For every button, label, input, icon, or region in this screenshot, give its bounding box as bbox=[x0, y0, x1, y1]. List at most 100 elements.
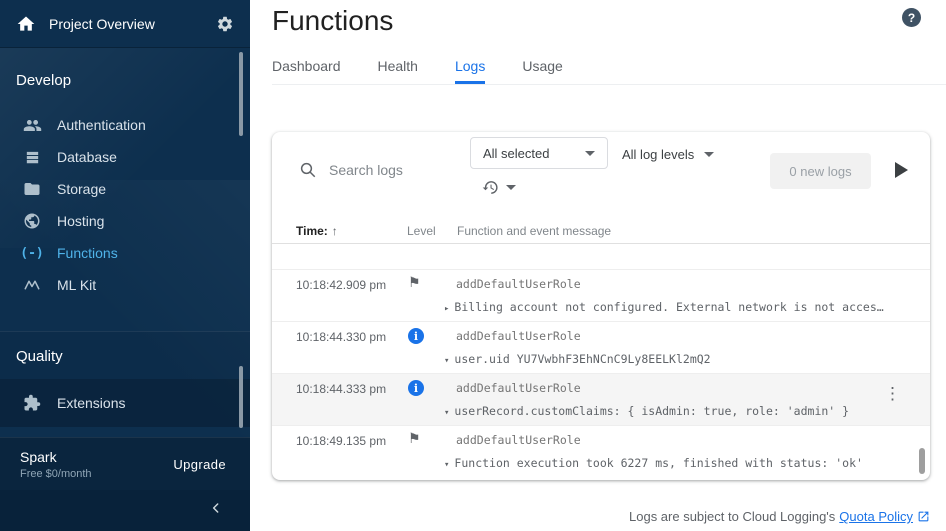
sidebar-item-extensions[interactable]: Extensions bbox=[0, 379, 250, 427]
database-icon bbox=[22, 149, 42, 166]
logs-scrollbar[interactable] bbox=[919, 448, 925, 474]
log-time: 10:18:49.135 pm bbox=[296, 434, 387, 448]
hosting-icon bbox=[22, 212, 42, 230]
log-function-name: addDefaultUserRole bbox=[456, 277, 581, 291]
sidebar-item-label: ML Kit bbox=[57, 277, 97, 293]
expander-icon[interactable]: ▾ bbox=[444, 356, 449, 366]
history-dropdown[interactable] bbox=[482, 179, 516, 196]
main-content: Functions ? Dashboard Health Logs Usage … bbox=[250, 0, 946, 531]
plan-section: Spark Free $0/month Upgrade bbox=[0, 437, 250, 490]
log-message: Billing account not configured. External… bbox=[454, 300, 884, 314]
sidebar: Project Overview Develop Authentication … bbox=[0, 0, 250, 531]
collapse-icon bbox=[208, 500, 224, 521]
log-row[interactable]: 10:18:44.333 pm i addDefaultUserRole ▾ us… bbox=[272, 374, 930, 426]
upgrade-button[interactable]: Upgrade bbox=[173, 457, 226, 472]
tab-usage[interactable]: Usage bbox=[522, 50, 562, 84]
expander-icon[interactable]: ▸ bbox=[444, 304, 449, 314]
storage-icon bbox=[22, 180, 42, 198]
log-function-name: addDefaultUserRole bbox=[456, 433, 581, 447]
log-row[interactable]: 10:18:42.909 pm ⚑ addDefaultUserRole ▸ Bi… bbox=[272, 270, 930, 322]
sidebar-scrollbar[interactable] bbox=[239, 52, 243, 136]
chevron-down-icon bbox=[585, 150, 595, 156]
sidebar-item-ml-kit[interactable]: ML Kit bbox=[0, 269, 250, 301]
footer-text: Logs are subject to Cloud Logging's bbox=[629, 509, 836, 524]
chevron-down-icon bbox=[704, 151, 715, 157]
log-time: 10:18:42.909 pm bbox=[296, 278, 387, 292]
ml-kit-icon bbox=[22, 276, 42, 294]
search-input[interactable] bbox=[329, 158, 459, 182]
section-header-quality: Quality bbox=[16, 348, 63, 365]
functions-icon: (-) bbox=[20, 245, 44, 261]
quota-policy-link[interactable]: Quota Policy bbox=[839, 509, 913, 524]
sidebar-item-label: Extensions bbox=[57, 395, 126, 411]
info-icon: i bbox=[408, 380, 424, 396]
column-message: Function and event message bbox=[457, 224, 612, 238]
tab-dashboard[interactable]: Dashboard bbox=[272, 50, 341, 84]
logs-card: All selected All log levels 0 new logs T… bbox=[272, 132, 930, 480]
home-icon bbox=[16, 14, 36, 34]
extensions-icon bbox=[22, 394, 42, 412]
log-row-partial bbox=[272, 244, 930, 270]
severity-filter-value: All selected bbox=[483, 145, 550, 161]
develop-nav: Authentication Database Storage Hosting bbox=[0, 109, 250, 301]
project-overview-label: Project Overview bbox=[49, 15, 155, 32]
sidebar-item-storage[interactable]: Storage bbox=[0, 173, 250, 205]
footer-note: Logs are subject to Cloud Logging's Quot… bbox=[629, 509, 930, 524]
log-levels-dropdown[interactable]: All log levels bbox=[622, 143, 715, 165]
firebase-console: Project Overview Develop Authentication … bbox=[0, 0, 946, 531]
log-message: user.uid YU7VwbhF3EhNCnC9Ly8EELKl2mQ2 bbox=[454, 352, 711, 366]
plan-detail: Free $0/month bbox=[20, 467, 92, 480]
column-time[interactable]: Time: ↑ bbox=[296, 224, 338, 238]
play-icon[interactable] bbox=[895, 162, 908, 178]
tab-logs[interactable]: Logs bbox=[454, 50, 486, 84]
sort-asc-icon: ↑ bbox=[331, 224, 338, 238]
log-message-line: ▾ Function execution took 6227 ms, finish… bbox=[444, 456, 863, 470]
gear-icon[interactable] bbox=[216, 15, 234, 33]
log-function-name: addDefaultUserRole bbox=[456, 329, 581, 343]
sidebar-item-hosting[interactable]: Hosting bbox=[0, 205, 250, 237]
sidebar-item-label: Authentication bbox=[57, 117, 146, 133]
expander-icon[interactable]: ▾ bbox=[444, 460, 449, 470]
external-link-icon bbox=[918, 511, 929, 522]
log-table-header: Time: ↑ Level Function and event message bbox=[272, 218, 930, 244]
sidebar-item-label: Hosting bbox=[57, 213, 105, 229]
sidebar-collapse-bar[interactable] bbox=[0, 490, 250, 531]
sidebar-item-label: Storage bbox=[57, 181, 107, 197]
kebab-menu-icon[interactable]: ⋮ bbox=[884, 384, 901, 404]
chevron-down-icon bbox=[506, 185, 516, 190]
tab-health[interactable]: Health bbox=[378, 50, 418, 84]
log-message: userRecord.customClaims: { isAdmin: true… bbox=[454, 404, 850, 418]
quality-section: Quality Extensions bbox=[0, 331, 250, 427]
flag-icon: ⚑ bbox=[408, 274, 421, 290]
tab-bar: Dashboard Health Logs Usage bbox=[272, 50, 946, 85]
log-message-line: ▸ Billing account not configured. Externa… bbox=[444, 300, 884, 314]
log-row[interactable]: 10:18:49.135 pm ⚑ addDefaultUserRole ▾ Fu… bbox=[272, 426, 930, 478]
sidebar-item-authentication[interactable]: Authentication bbox=[0, 109, 250, 141]
help-glyph: ? bbox=[907, 10, 916, 25]
sidebar-item-label: Functions bbox=[57, 245, 118, 261]
sidebar-item-database[interactable]: Database bbox=[0, 141, 250, 173]
sidebar-scrollbar[interactable] bbox=[239, 366, 243, 428]
history-icon bbox=[482, 181, 498, 194]
log-levels-value: All log levels bbox=[622, 146, 695, 162]
log-time: 10:18:44.330 pm bbox=[296, 330, 387, 344]
flag-icon: ⚑ bbox=[408, 430, 421, 446]
log-row[interactable]: 10:18:44.330 pm i addDefaultUserRole ▾ us… bbox=[272, 322, 930, 374]
search-icon bbox=[299, 161, 317, 179]
project-overview-bar[interactable]: Project Overview bbox=[0, 0, 250, 48]
logs-toolbar: All selected All log levels 0 new logs bbox=[272, 132, 930, 218]
people-icon bbox=[22, 116, 42, 135]
column-level: Level bbox=[407, 224, 436, 238]
sidebar-item-functions[interactable]: (-) Functions bbox=[0, 237, 250, 269]
log-message-line: ▾ user.uid YU7VwbhF3EhNCnC9Ly8EELKl2mQ2 bbox=[444, 352, 711, 366]
log-message-line: ▾ userRecord.customClaims: { isAdmin: tru… bbox=[444, 404, 849, 418]
log-function-name: addDefaultUserRole bbox=[456, 381, 581, 395]
log-message: Function execution took 6227 ms, finishe… bbox=[454, 456, 863, 470]
expander-icon[interactable]: ▾ bbox=[444, 408, 449, 418]
page-title: Functions bbox=[272, 5, 394, 36]
severity-filter-dropdown[interactable]: All selected bbox=[470, 137, 608, 169]
help-icon[interactable]: ? bbox=[902, 8, 921, 27]
new-logs-button[interactable]: 0 new logs bbox=[770, 153, 871, 189]
info-icon: i bbox=[408, 328, 424, 344]
log-time: 10:18:44.333 pm bbox=[296, 382, 387, 396]
